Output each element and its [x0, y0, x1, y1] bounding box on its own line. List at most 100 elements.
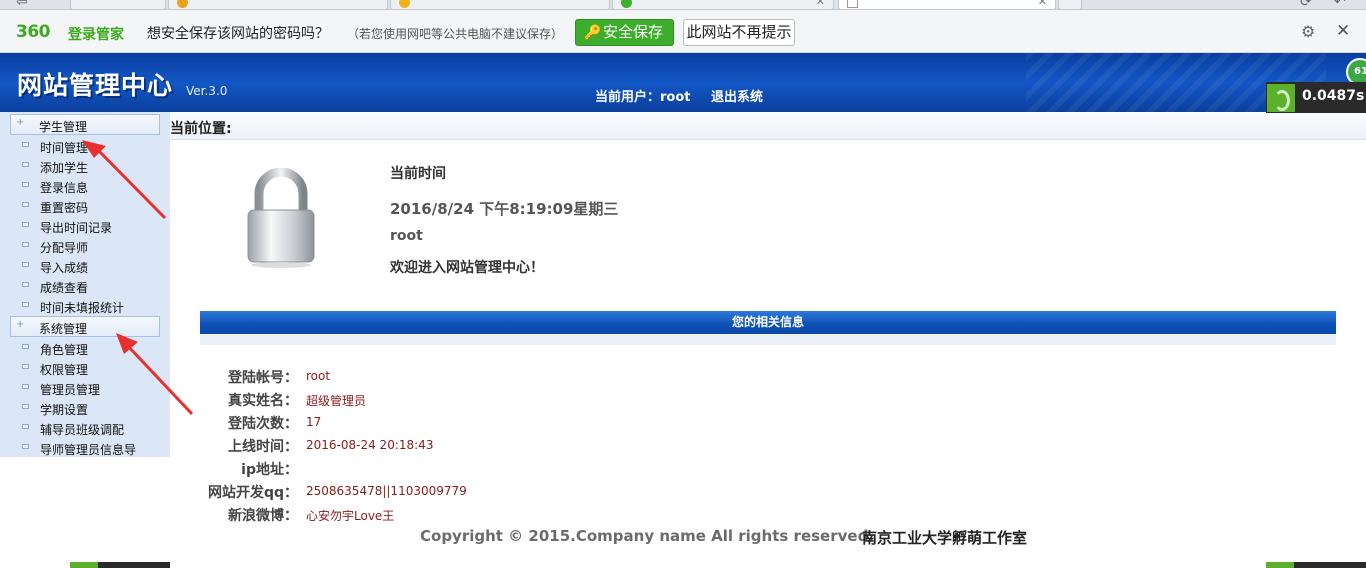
- sidebar-item[interactable]: 分配导师: [22, 236, 162, 256]
- breadcrumb-label: 当前位置:: [170, 121, 232, 137]
- expand-icon: +: [16, 117, 25, 128]
- sidebar-item[interactable]: 成绩查看: [22, 276, 162, 296]
- never-prompt-button[interactable]: 此网站不再提示: [683, 19, 795, 46]
- sidebar-item-label: 学期设置: [40, 403, 89, 417]
- sidebar-item-label: 重置密码: [40, 201, 89, 215]
- save-password-question: 想安全保存该网站的密码吗？: [147, 26, 329, 42]
- copyright-text: Copyright © 2015.Company name All rights…: [420, 527, 874, 545]
- bullet-icon: [22, 162, 29, 167]
- sidebar-item[interactable]: 权限管理: [22, 358, 162, 378]
- brand-label: 登录管家: [68, 27, 124, 43]
- sidebar-item[interactable]: 管理员管理: [22, 378, 162, 398]
- sidebar-item[interactable]: 角色管理: [22, 338, 162, 358]
- sidebar-item[interactable]: 学期设置: [22, 398, 162, 418]
- password-save-bar: 360 登录管家 想安全保存该网站的密码吗？ （若您使用网吧等公共电脑不建议保存…: [0, 10, 1366, 53]
- sidebar-item[interactable]: 导师管理员信息导: [22, 438, 162, 458]
- sidebar-item-label: 分配导师: [40, 241, 89, 255]
- bullet-icon: [22, 182, 29, 187]
- bullet-icon: [22, 262, 29, 267]
- sidebar-item-label: 登录信息: [40, 181, 89, 195]
- sidebar-item[interactable]: 重置密码: [22, 196, 162, 216]
- info-row: ip地址：: [170, 459, 670, 479]
- gear-icon[interactable]: ⚙: [1301, 22, 1315, 41]
- breadcrumb: 当前位置:: [170, 113, 1366, 140]
- sidebar-item-label: 导师管理员信息导: [40, 443, 137, 457]
- info-row: 登陆帐号： root: [170, 367, 670, 387]
- site-title: 网站管理中心: [17, 71, 174, 100]
- info-row-key: 真实姓名：: [228, 393, 298, 409]
- speed-widget[interactable]: 0.0487s: [1266, 82, 1366, 113]
- info-section-title: 您的相关信息: [731, 315, 804, 329]
- bottom-right-widget: [1266, 562, 1366, 568]
- sidebar-item[interactable]: 时间未填报统计: [22, 296, 162, 316]
- logout-link[interactable]: 退出系统: [711, 86, 763, 105]
- sidebar-item-label: 时间管理: [40, 141, 89, 155]
- info-row: 真实姓名： 超级管理员: [170, 390, 670, 410]
- sidebar-item-label: 时间未填报统计: [40, 301, 125, 315]
- close-tab-icon[interactable]: ✕: [816, 0, 825, 9]
- sidebar-group-label: 学生管理: [39, 120, 88, 134]
- sidebar-item[interactable]: 时间管理: [22, 136, 162, 156]
- browser-tab[interactable]: [70, 0, 166, 9]
- brand-logo: 360: [16, 22, 51, 42]
- back-icon[interactable]: ⇦: [16, 0, 28, 9]
- info-row-value: root: [306, 369, 331, 383]
- info-row-key: 登陆次数：: [228, 416, 298, 432]
- key-icon: 🔑: [584, 25, 602, 41]
- sidebar-item[interactable]: 登录信息: [22, 176, 162, 196]
- speed-value: 0.0487s: [1302, 88, 1365, 104]
- sidebar-item[interactable]: 辅导员班级调配: [22, 418, 162, 438]
- browser-tab[interactable]: [390, 0, 610, 9]
- sidebar-group-header[interactable]: + 学生管理: [10, 114, 160, 135]
- bullet-icon: [22, 222, 29, 227]
- save-password-button[interactable]: 🔑 安全保存: [575, 19, 674, 46]
- browser-tab-active[interactable]: ✕: [838, 0, 1056, 9]
- current-time-label: 当前时间: [390, 166, 446, 182]
- info-row-value: 心安勿宇Love王: [306, 509, 395, 523]
- sidebar-item[interactable]: 导出时间记录: [22, 216, 162, 236]
- sidebar-item-label: 权限管理: [40, 363, 89, 377]
- bullet-icon: [22, 242, 29, 247]
- info-section-header: 您的相关信息: [200, 311, 1336, 334]
- info-row-value: 2016-08-24 20:18:43: [306, 438, 434, 452]
- info-row: 登陆次数： 17: [170, 413, 670, 433]
- info-section-band: [200, 334, 1336, 345]
- sidebar-group-label: 系统管理: [39, 322, 88, 336]
- save-password-button-label: 安全保存: [602, 23, 663, 41]
- lock-icon: [247, 168, 315, 268]
- close-icon[interactable]: ✕: [1336, 21, 1350, 41]
- new-tab-button[interactable]: [1058, 0, 1082, 9]
- browser-tab[interactable]: [168, 0, 388, 9]
- browser-tab[interactable]: ✕: [612, 0, 834, 9]
- info-row-value: 2508635478||1103009779: [306, 484, 467, 498]
- sidebar-item-label: 成绩查看: [40, 281, 89, 295]
- save-password-hint: （若您使用网吧等公共电脑不建议保存）: [347, 27, 564, 41]
- bullet-icon: [22, 202, 29, 207]
- sidebar-item-label: 添加学生: [40, 161, 89, 175]
- info-row-key: 登陆帐号：: [228, 370, 298, 386]
- bullet-icon: [22, 282, 29, 287]
- bullet-icon: [22, 424, 29, 429]
- speed-logo-icon: [1267, 84, 1295, 112]
- current-time-value: 2016/8/24 下午8:19:09星期三: [390, 200, 619, 218]
- info-row: 上线时间： 2016-08-24 20:18:43: [170, 436, 670, 456]
- bullet-icon: [22, 364, 29, 369]
- info-row-key: ip地址：: [241, 462, 298, 478]
- undo-icon[interactable]: ↶: [1334, 0, 1346, 9]
- info-row-key: 上线时间：: [228, 439, 298, 455]
- info-row: 网站开发qq： 2508635478||1103009779: [170, 482, 670, 502]
- sidebar-item[interactable]: 导入成绩: [22, 256, 162, 276]
- close-tab-icon[interactable]: ✕: [1038, 0, 1047, 9]
- site-version: Ver.3.0: [186, 84, 228, 98]
- refresh-icon[interactable]: ⟳: [1300, 0, 1312, 9]
- sidebar-item-label: 导入成绩: [40, 261, 89, 275]
- bullet-icon: [22, 384, 29, 389]
- logged-in-user: root: [390, 228, 423, 244]
- bullet-icon: [22, 444, 29, 449]
- sidebar-item[interactable]: 添加学生: [22, 156, 162, 176]
- info-row: 新浪微博： 心安勿宇Love王: [170, 505, 670, 525]
- sidebar-group-header[interactable]: + 系统管理: [10, 316, 160, 337]
- info-row-key: 新浪微博：: [228, 508, 298, 524]
- browser-tab-strip: ⇦ ✕ ✕ ⟳ ↶: [0, 0, 1366, 10]
- info-row-key: 网站开发qq：: [207, 485, 298, 501]
